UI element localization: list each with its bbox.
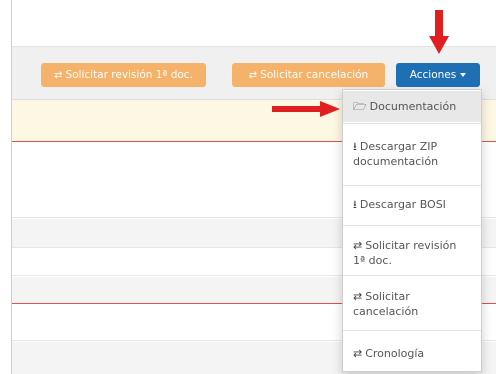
menu-item-label: Cronología	[365, 347, 425, 360]
menu-item-download-bosi[interactable]: ⭳ Descargar BOSI	[343, 197, 481, 212]
exchange-icon: ⇄	[353, 290, 363, 303]
menu-item-label: Solicitar revisión 1ª doc.	[353, 239, 457, 267]
caret-down-icon	[460, 73, 467, 77]
folder-open-icon: 🗁	[353, 100, 367, 113]
menu-item-request-revision[interactable]: ⇄ Solicitar revisión 1ª doc.	[343, 238, 479, 268]
menu-divider	[343, 275, 481, 276]
request-revision-label: Solicitar revisión 1ª doc.	[65, 69, 193, 81]
menu-item-request-cancel[interactable]: ⇄ Solicitar cancelación	[343, 289, 453, 319]
menu-item-label: Solicitar cancelación	[353, 290, 419, 318]
request-cancel-button[interactable]: ⇄ Solicitar cancelación	[232, 63, 385, 87]
actions-dropdown-menu: 🗁 Documentación ⭳ Descargar ZIP documentac…	[342, 89, 482, 372]
menu-item-documentacion[interactable]: 🗁 Documentación	[343, 91, 481, 122]
menu-item-label: Descargar ZIP documentación	[353, 140, 439, 168]
menu-item-download-zip[interactable]: ⭳ Descargar ZIP documentación	[343, 139, 471, 169]
request-revision-button[interactable]: ⇄ Solicitar revisión 1ª doc.	[41, 63, 206, 87]
menu-divider	[343, 185, 481, 186]
download-icon: ⭳	[353, 140, 357, 153]
menu-divider	[343, 330, 481, 331]
exchange-icon: ⇄	[248, 70, 257, 81]
annotation-arrow-right-icon	[272, 101, 340, 117]
actions-label: Acciones	[409, 69, 457, 81]
exchange-icon: ⇄	[353, 347, 363, 360]
menu-item-label: Descargar BOSI	[359, 198, 446, 211]
exchange-icon: ⇄	[353, 239, 363, 252]
download-icon: ⭳	[353, 198, 357, 211]
exchange-icon: ⇄	[54, 70, 62, 81]
menu-item-label: Documentación	[369, 100, 457, 113]
menu-divider	[343, 123, 481, 124]
request-cancel-label: Solicitar cancelación	[260, 69, 369, 81]
menu-divider	[343, 225, 481, 226]
actions-dropdown-button[interactable]: Acciones	[396, 63, 480, 87]
annotation-arrow-down-icon	[429, 10, 449, 54]
menu-item-cronologia[interactable]: ⇄ Cronología	[343, 346, 481, 361]
